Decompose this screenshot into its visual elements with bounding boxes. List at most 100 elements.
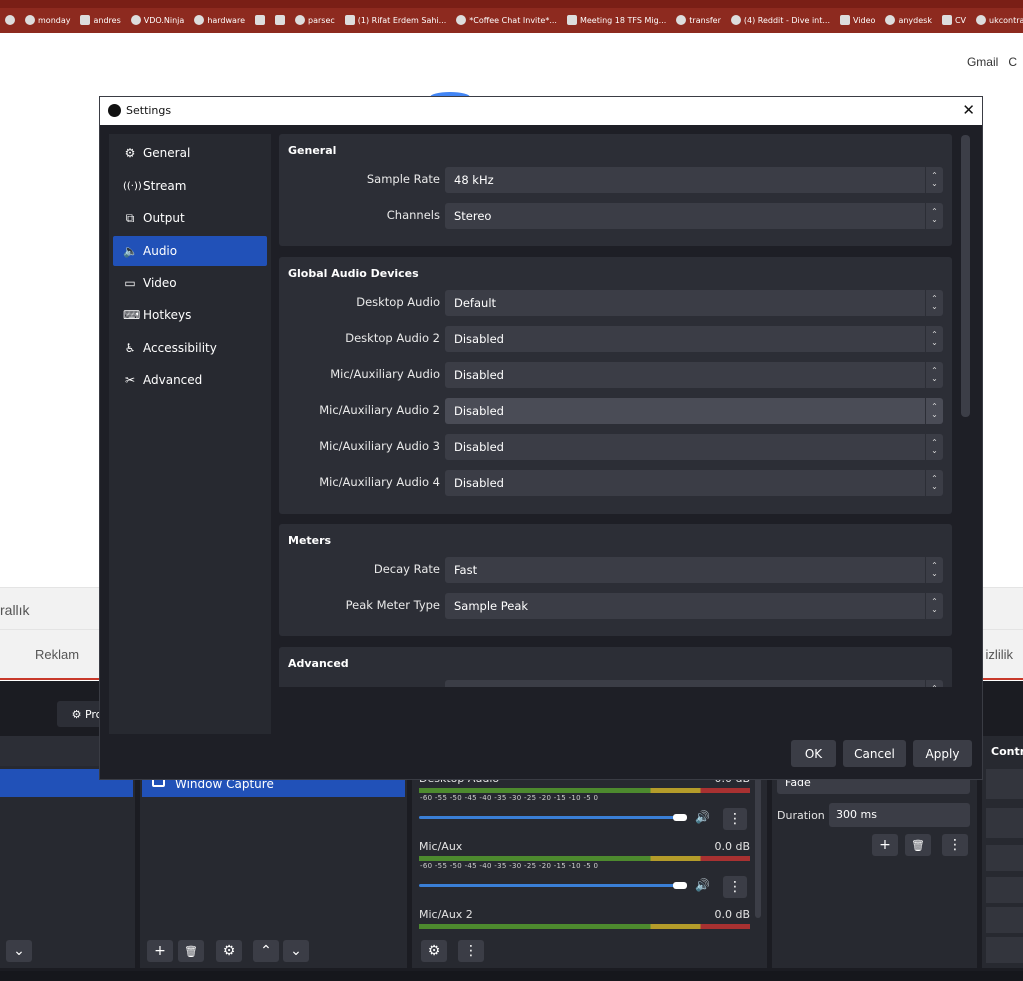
keyboard-icon: ⌨ — [123, 308, 141, 322]
bookmark-item[interactable]: (4) Reddit - Dive int... — [726, 15, 835, 25]
bookmark-favicon-icon — [566, 15, 577, 25]
updown-icon: ⌃⌄ — [925, 434, 943, 460]
bookmark-favicon-icon — [275, 15, 285, 25]
bookmark-item[interactable]: *Coffee Chat Invite*... — [451, 15, 562, 25]
nav-item-hotkeys[interactable]: ⌨ Hotkeys — [113, 300, 267, 330]
more-options-icon[interactable]: ⋮ — [458, 940, 484, 962]
global-audio-devices-group: Global Audio Devices Desktop Audio Defau… — [279, 257, 952, 514]
bookmark-favicon-icon — [5, 15, 15, 25]
bookmark-item[interactable]: monday — [20, 15, 75, 25]
nav-item-general[interactable]: ⚙ General — [113, 138, 267, 168]
gear-icon: ⚙ — [124, 146, 136, 160]
nav-item-accessibility[interactable]: ♿ Accessibility — [113, 333, 267, 363]
bookmark-item[interactable]: Meeting 18 TFS Mig... — [562, 15, 671, 25]
cancel-button[interactable]: Cancel — [843, 740, 906, 767]
volume-slider[interactable] — [419, 816, 681, 819]
bookmark-item[interactable]: andres — [75, 15, 125, 25]
nav-item-stream[interactable]: ((·)) Stream — [113, 171, 267, 201]
bookmark-favicon-icon — [885, 15, 896, 25]
control-button[interactable] — [986, 877, 1023, 903]
location-text: rallık — [0, 602, 30, 618]
bookmark-favicon-icon — [730, 15, 741, 25]
bookmark-item[interactable] — [0, 15, 20, 25]
desktop-audio-select[interactable]: Default ⌃ ⌄ — [445, 290, 943, 316]
broadcast-icon: ((·)) — [123, 180, 142, 192]
nav-item-video[interactable]: ▭ Video — [113, 268, 267, 298]
chevron-down-icon[interactable]: ⌄ — [283, 940, 309, 962]
mic-aux-audio-4-select[interactable]: Disabled ⌃ ⌄ — [445, 470, 943, 496]
control-button[interactable] — [986, 937, 1023, 963]
mic-aux-audio-select[interactable]: Disabled ⌃ ⌄ — [445, 362, 943, 388]
gear-icon[interactable]: ⚙ — [216, 940, 242, 962]
updown-icon: ⌃⌄ — [925, 290, 943, 316]
audio-meter — [419, 856, 750, 861]
bookmark-item[interactable]: transfer — [671, 15, 726, 25]
add-transition-button[interactable]: + — [872, 834, 898, 856]
speaker-icon[interactable]: 🔊 — [695, 878, 710, 892]
bookmark-item[interactable] — [250, 15, 270, 25]
control-button[interactable] — [986, 845, 1023, 871]
control-button[interactable] — [986, 907, 1023, 933]
advanced-select[interactable]: ⌃⌄ — [445, 680, 943, 687]
control-button[interactable] — [986, 808, 1023, 838]
speaker-icon: 🔈 — [123, 244, 138, 258]
obs-logo-icon — [108, 104, 121, 117]
channels-select[interactable]: Stereo ⌃ ⌄ — [445, 203, 943, 229]
updown-icon: ⌃⌄ — [925, 557, 943, 583]
bookmark-item[interactable]: CV — [937, 15, 971, 25]
controls-panel: Contr — [982, 736, 1023, 968]
advanced-audio-gear-icon[interactable]: ⚙ — [421, 940, 447, 962]
trash-icon[interactable]: 🗑 — [178, 940, 204, 962]
speaker-icon[interactable]: 🔊 — [695, 810, 710, 824]
desktop-audio-2-select[interactable]: Disabled ⌃ ⌄ — [445, 326, 943, 352]
updown-icon: ⌃⌄ — [925, 326, 943, 352]
nav-item-output[interactable]: ⧉ Output — [113, 203, 267, 233]
mixer-scrollbar[interactable] — [755, 766, 761, 918]
bookmark-favicon-icon — [255, 15, 265, 25]
advanced-group: Advanced ⌃⌄ — [279, 647, 952, 687]
nav-item-audio[interactable]: 🔈 Audio — [113, 236, 267, 266]
close-icon[interactable]: ✕ — [962, 101, 975, 119]
footer-advertising-link[interactable]: Reklam — [35, 647, 79, 662]
audio-meter — [419, 924, 750, 929]
footer-privacy-link[interactable]: izlilik — [986, 647, 1013, 662]
gear-icon: ⚙ — [71, 707, 82, 721]
gmail-link[interactable]: Gmail C — [967, 55, 1017, 69]
bookmark-item[interactable]: Video — [835, 15, 880, 25]
mic-aux-audio-3-select[interactable]: Disabled ⌃ ⌄ — [445, 434, 943, 460]
bookmark-item[interactable] — [270, 15, 290, 25]
nav-item-advanced[interactable]: ✂ Advanced — [113, 365, 267, 395]
bookmark-favicon-icon — [194, 15, 205, 25]
duration-spinbox[interactable]: 300 ms — [829, 803, 970, 827]
chevron-down-icon[interactable]: ⌄ — [6, 940, 32, 962]
control-button[interactable] — [986, 769, 1023, 799]
more-options-icon[interactable]: ⋮ — [723, 876, 747, 898]
settings-scrollbar[interactable] — [961, 135, 970, 417]
sample-rate-select[interactable]: 48 kHz ⌃ ⌄ — [445, 167, 943, 193]
apply-button[interactable]: Apply — [913, 740, 972, 767]
bookmark-item[interactable]: ukcontractpe — [971, 15, 1023, 25]
settings-dialog: Settings ✕ ⚙ General ((·)) Stream ⧉ Output … — [99, 96, 983, 780]
mic-aux-audio-2-select[interactable]: Disabled ⌃ ⌄ — [445, 398, 943, 424]
audio-meter — [419, 788, 750, 793]
volume-slider-handle[interactable] — [673, 882, 687, 889]
more-options-icon[interactable]: ⋮ — [723, 808, 747, 830]
volume-slider-handle[interactable] — [673, 814, 687, 821]
bookmark-item[interactable]: anydesk — [880, 15, 937, 25]
bookmark-item[interactable]: (1) Rifat Erdem Sahi... — [340, 15, 452, 25]
bookmark-favicon-icon — [941, 15, 952, 25]
updown-icon: ⌃⌄ — [925, 470, 943, 496]
bookmark-item[interactable]: VDO.Ninja — [126, 15, 190, 25]
bookmark-item[interactable]: parsec — [290, 15, 340, 25]
meters-group: Meters Decay Rate Fast ⌃ ⌄ Peak Meter Typ… — [279, 524, 952, 636]
accessibility-icon: ♿ — [124, 341, 136, 355]
bookmark-item[interactable]: hardware — [189, 15, 250, 25]
volume-slider[interactable] — [419, 884, 681, 887]
more-options-icon[interactable]: ⋮ — [942, 834, 968, 856]
decay-rate-select[interactable]: Fast ⌃ ⌄ — [445, 557, 943, 583]
peak-meter-type-select[interactable]: Sample Peak ⌃ ⌄ — [445, 593, 943, 619]
ok-button[interactable]: OK — [791, 740, 836, 767]
add-source-button[interactable]: + — [147, 940, 173, 962]
chevron-up-icon[interactable]: ⌃ — [253, 940, 279, 962]
trash-icon[interactable]: 🗑 — [905, 834, 931, 856]
